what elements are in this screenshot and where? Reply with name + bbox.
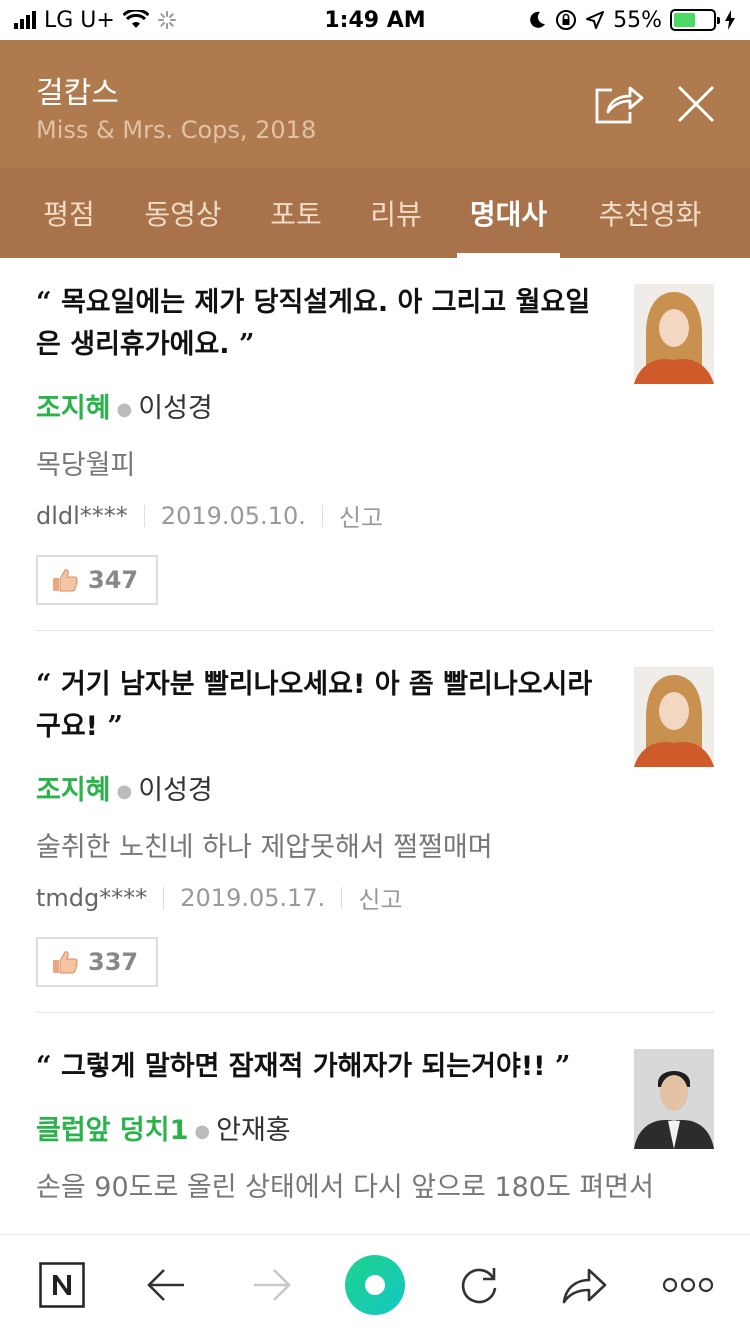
status-bar: LG U+ 1:49 AM 55% [0, 0, 750, 40]
movie-header: 걸캅스 Miss & Mrs. Cops, 2018 [0, 40, 750, 168]
post-date: 2019.05.17. [180, 883, 326, 912]
actor-photo[interactable] [634, 1049, 714, 1149]
close-button[interactable] [676, 84, 716, 124]
location-icon [586, 11, 605, 29]
quote-card: “ 그렇게 말하면 잠재적 가해자가 되는거야!! ” 클럽앞 덩치1 ● 안재홍 … [36, 1013, 714, 1234]
open-quote-mark: “ [36, 1051, 52, 1082]
tab-rating[interactable]: 평점 [30, 168, 108, 258]
browser-toolbar [0, 1234, 750, 1334]
quote-card: “ 거기 남자분 빨리나오세요! 아 좀 빨리나오시라구요! ” 조지혜 ● 이성경… [36, 631, 714, 1013]
report-link[interactable]: 신고 [358, 880, 402, 915]
close-quote-mark: ” [554, 1051, 571, 1082]
share-button[interactable] [594, 82, 644, 126]
more-icon [662, 1277, 714, 1293]
tab-video[interactable]: 동영상 [132, 168, 234, 258]
quote-description: 손을 90도로 올린 상태에서 다시 앞으로 180도 펴면서 [36, 1172, 654, 1203]
actor-name[interactable]: 안재홍 [216, 1115, 291, 1146]
tab-bar: 평점 동영상 포토 리뷰 명대사 추천영화 [0, 168, 750, 258]
movie-title: 걸캅스 [36, 76, 119, 111]
quote-body: 목요일에는 제가 당직설게요. 아 그리고 월요일은 생리휴가에요. [36, 287, 591, 360]
home-circle-icon [345, 1255, 405, 1315]
username: dldl**** [36, 501, 128, 530]
open-quote-mark: “ [36, 669, 52, 700]
naver-icon [39, 1262, 85, 1308]
quote-text[interactable]: “ 거기 남자분 빨리나오세요! 아 좀 빨리나오시라구요! ” [36, 664, 606, 748]
quote-card: “ 목요일에는 제가 당직설게요. 아 그리고 월요일은 생리휴가에요. ” 조… [36, 258, 714, 631]
actor-name[interactable]: 이성경 [138, 393, 213, 424]
quote-meta: tmdg**** 2019.05.17. 신고 [36, 880, 714, 915]
quote-meta: dldl**** 2019.05.10. 신고 [36, 498, 714, 533]
actor-photo[interactable] [634, 284, 714, 384]
quote-body: 그렇게 말하면 잠재적 가해자가 되는거야!! [60, 1051, 546, 1082]
meta-divider [163, 886, 165, 909]
movie-subtitle: Miss & Mrs. Cops, 2018 [36, 116, 317, 144]
dot-separator: ● [116, 399, 133, 420]
share-icon [595, 86, 644, 124]
loading-spinner-icon [157, 11, 176, 29]
actor-photo[interactable] [634, 667, 714, 767]
close-icon [677, 85, 715, 123]
tab-famous-lines[interactable]: 명대사 [457, 168, 560, 258]
tab-recommended[interactable]: 추천영화 [584, 168, 716, 258]
username: tmdg**** [36, 883, 148, 912]
battery-icon [670, 9, 720, 31]
charging-icon [725, 10, 735, 30]
refresh-button[interactable] [451, 1257, 507, 1313]
close-quote-mark: ” [238, 329, 255, 360]
naver-home-button[interactable] [34, 1257, 90, 1313]
thumbs-up-icon [53, 951, 78, 974]
back-arrow-icon [147, 1269, 184, 1301]
green-home-button[interactable] [345, 1255, 405, 1315]
post-date: 2019.05.10. [160, 501, 306, 530]
quote-description: 술취한 노친네 하나 제압못해서 쩔쩔매며 [36, 832, 493, 863]
quote-text[interactable]: “ 목요일에는 제가 당직설게요. 아 그리고 월요일은 생리휴가에요. ” [36, 282, 606, 366]
share-arrow-icon [562, 1268, 607, 1304]
dot-separator: ● [116, 781, 133, 802]
wifi-icon [122, 10, 149, 28]
like-count: 337 [88, 948, 139, 976]
character-line: 조지혜 ● 이성경 [36, 768, 714, 807]
actor-name[interactable]: 이성경 [138, 775, 213, 806]
share-page-button[interactable] [556, 1257, 612, 1313]
character-link[interactable]: 클럽앞 덩치1 [36, 1115, 188, 1146]
more-button[interactable] [660, 1257, 716, 1313]
quotes-list: “ 목요일에는 제가 당직설게요. 아 그리고 월요일은 생리휴가에요. ” 조… [0, 258, 750, 1234]
close-quote-mark: ” [107, 711, 123, 742]
battery-percent: 55% [613, 7, 662, 33]
meta-divider [341, 886, 343, 909]
character-link[interactable]: 조지혜 [36, 393, 111, 424]
report-link[interactable]: 신고 [339, 498, 383, 533]
character-line: 클럽앞 덩치1 ● 안재홍 [36, 1108, 714, 1147]
character-line: 조지혜 ● 이성경 [36, 386, 714, 425]
status-right: 55% [527, 8, 736, 33]
dot-separator: ● [194, 1121, 211, 1142]
like-button[interactable]: 347 [36, 555, 158, 605]
signal-icon [14, 11, 36, 29]
refresh-icon [461, 1268, 497, 1304]
quote-text[interactable]: “ 그렇게 말하면 잠재적 가해자가 되는거야!! ” [36, 1046, 606, 1088]
moon-icon [530, 11, 546, 28]
back-button[interactable] [138, 1257, 194, 1313]
open-quote-mark: “ [36, 287, 52, 318]
carrier-label: LG U+ [44, 7, 115, 33]
forward-button[interactable] [244, 1257, 300, 1313]
quote-description: 목당월피 [36, 450, 136, 481]
status-left: LG U+ [14, 8, 177, 33]
thumbs-up-icon [53, 569, 78, 592]
meta-divider [321, 504, 323, 527]
tab-review[interactable]: 리뷰 [358, 168, 434, 258]
character-link[interactable]: 조지혜 [36, 775, 111, 806]
forward-arrow-icon [254, 1269, 291, 1301]
like-button[interactable]: 337 [36, 937, 158, 987]
like-count: 347 [88, 566, 139, 594]
meta-divider [143, 504, 145, 527]
rotation-lock-icon [556, 10, 577, 30]
tab-photo[interactable]: 포토 [258, 168, 334, 258]
